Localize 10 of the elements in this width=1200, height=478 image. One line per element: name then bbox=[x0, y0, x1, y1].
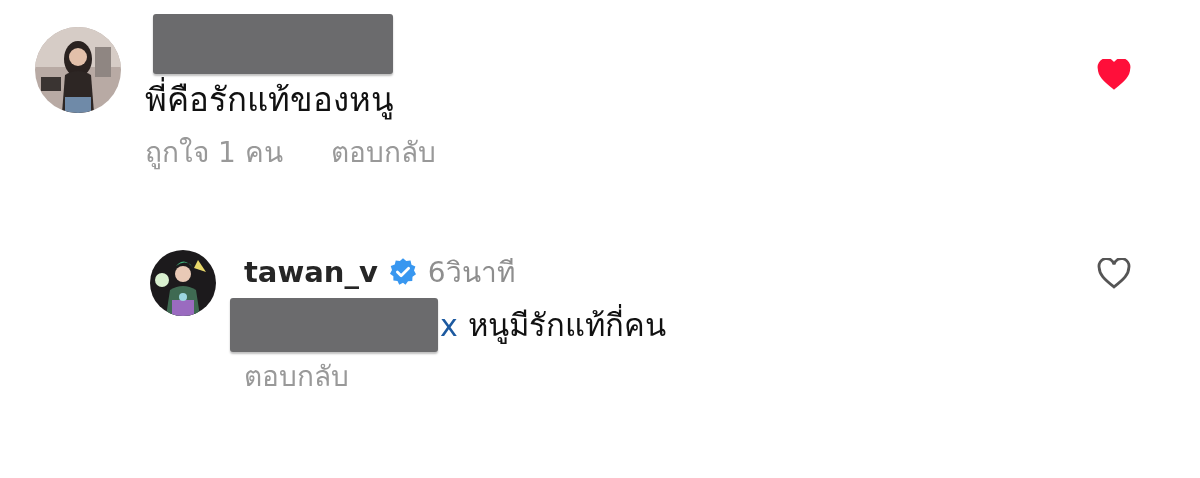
reply-link[interactable]: ตอบกลับ bbox=[244, 354, 349, 400]
reply-link[interactable]: ตอบกลับ bbox=[330, 130, 436, 176]
heart-icon[interactable] bbox=[1097, 258, 1131, 289]
likes-count[interactable]: ถูกใจ 1 คน bbox=[145, 130, 283, 176]
username[interactable]: tawan_v bbox=[244, 255, 378, 289]
comment-text: หนูมีรักแท้กี่คน bbox=[467, 300, 666, 350]
mention-link[interactable]: x bbox=[440, 307, 458, 343]
timestamp: 6วินาที bbox=[427, 255, 515, 291]
comment-text: พี่คือรักแท้ของหนู bbox=[145, 74, 394, 126]
heart-icon[interactable] bbox=[1097, 59, 1131, 90]
